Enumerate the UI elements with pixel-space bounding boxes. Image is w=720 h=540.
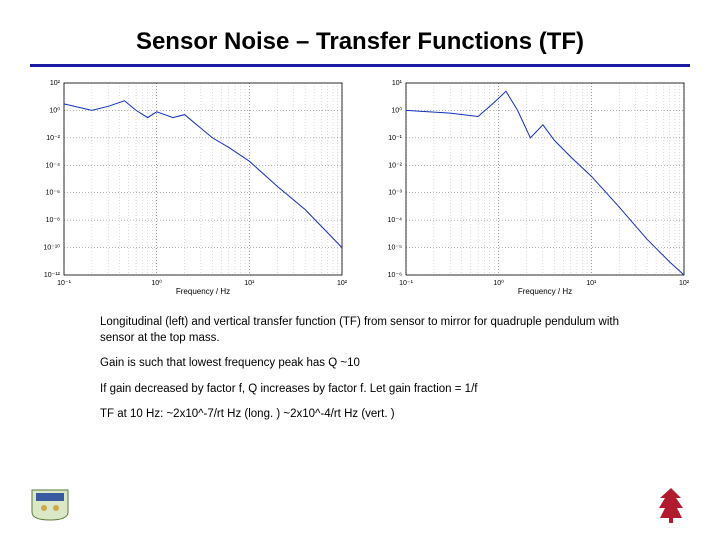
svg-text:10¹: 10¹ xyxy=(244,280,255,287)
svg-text:10⁻⁴: 10⁻⁴ xyxy=(46,162,61,169)
svg-text:10¹: 10¹ xyxy=(392,80,403,87)
svg-text:10²: 10² xyxy=(50,80,61,87)
svg-text:10²: 10² xyxy=(679,280,690,287)
svg-text:10⁻⁸: 10⁻⁸ xyxy=(46,217,60,224)
chart-longitudinal: 10⁻¹² 10⁻¹⁰ 10⁻⁸ 10⁻⁶ 10⁻⁴ 10⁻² 10⁰ 10² 10⁻¹ 10⁰ 1… xyxy=(30,77,348,297)
svg-text:10⁻⁶: 10⁻⁶ xyxy=(46,190,60,197)
svg-text:10⁻⁶: 10⁻⁶ xyxy=(388,272,402,279)
university-crest-icon xyxy=(30,488,70,522)
svg-text:10²: 10² xyxy=(337,280,348,287)
svg-text:10⁻¹: 10⁻¹ xyxy=(57,280,71,287)
charts-row: 10⁻¹²10⁻¹⁰10⁻⁸10⁻⁶10⁻⁴10⁻²10⁰10²10⁻¹10⁰1… xyxy=(0,67,720,297)
caption-p3: If gain decreased by factor f, Q increas… xyxy=(100,382,650,398)
svg-text:10⁻¹²: 10⁻¹² xyxy=(44,272,61,279)
slide-title: Sensor Noise – Transfer Functions (TF) xyxy=(0,0,720,64)
svg-text:10⁻²: 10⁻² xyxy=(46,135,60,142)
svg-text:10⁰: 10⁰ xyxy=(151,279,162,287)
caption-block: Longitudinal (left) and vertical transfe… xyxy=(0,297,720,423)
svg-text:Frequency / Hz: Frequency / Hz xyxy=(518,287,572,296)
svg-text:Frequency / Hz: Frequency / Hz xyxy=(176,287,230,296)
svg-text:10⁻¹: 10⁻¹ xyxy=(399,280,413,287)
caption-p1: Longitudinal (left) and vertical transfe… xyxy=(100,315,650,346)
svg-text:10⁻¹: 10⁻¹ xyxy=(388,135,402,142)
chart-vertical: 10⁻⁶ 10⁻⁵ 10⁻⁴ 10⁻³ 10⁻² 10⁻¹ 10⁰ 10¹ 10⁻¹ 10⁰ 10¹… xyxy=(372,77,690,297)
caption-p2: Gain is such that lowest frequency peak … xyxy=(100,356,650,372)
svg-text:10⁻⁴: 10⁻⁴ xyxy=(388,217,403,224)
svg-text:10⁻²: 10⁻² xyxy=(388,162,402,169)
stanford-tree-icon xyxy=(656,486,686,524)
svg-text:10¹: 10¹ xyxy=(586,280,597,287)
svg-text:10⁰: 10⁰ xyxy=(493,279,504,287)
caption-p4: TF at 10 Hz: ~2x10^-7/rt Hz (long. ) ~2x… xyxy=(100,407,650,423)
svg-text:10⁻¹⁰: 10⁻¹⁰ xyxy=(43,244,60,252)
svg-text:10⁻³: 10⁻³ xyxy=(388,190,402,197)
svg-text:10⁰: 10⁰ xyxy=(49,106,60,114)
svg-text:10⁻⁵: 10⁻⁵ xyxy=(388,245,402,252)
svg-text:10⁰: 10⁰ xyxy=(391,106,402,114)
